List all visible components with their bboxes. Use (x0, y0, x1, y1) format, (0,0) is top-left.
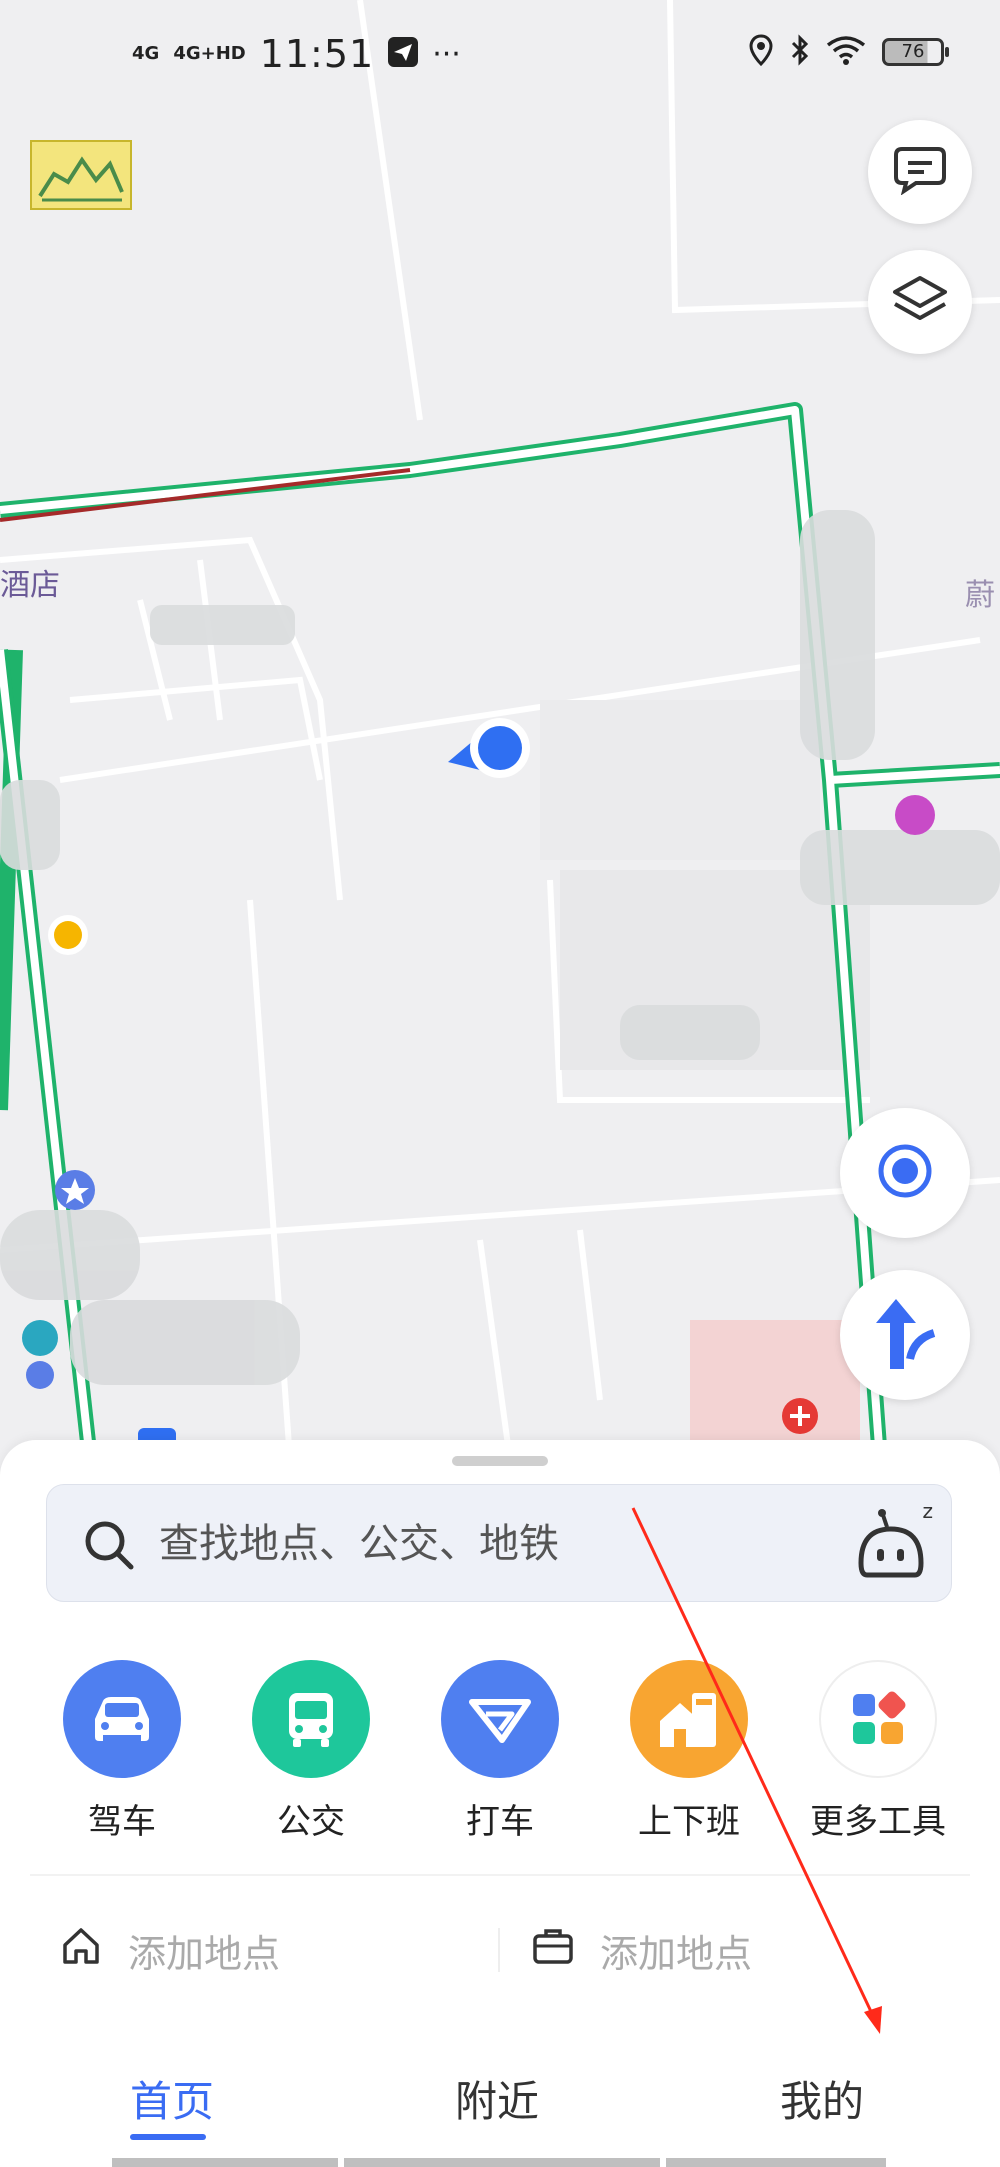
search-input[interactable] (157, 1513, 801, 1575)
commute-icon (630, 1660, 748, 1778)
map-view[interactable] (0, 0, 1000, 1460)
tool-taxi[interactable]: 打车 (425, 1660, 575, 1843)
clock: 11:51 (259, 32, 375, 76)
tab-home[interactable]: 首页 (130, 2068, 214, 2129)
quick-tools: 驾车 公交 打车 上下班 更多工具 (0, 1660, 1000, 1843)
traffic-trend-icon[interactable] (30, 140, 132, 210)
car-icon (63, 1660, 181, 1778)
tool-bus-label: 公交 (277, 1802, 345, 1842)
places-separator (498, 1928, 500, 1972)
saved-places: 添加地点 添加地点 (0, 1910, 1000, 1990)
locate-icon (875, 1141, 935, 1205)
locate-me-button[interactable] (840, 1108, 970, 1238)
chat-icon (892, 145, 948, 199)
system-nav-strip (666, 2158, 886, 2167)
system-nav-strip (344, 2158, 660, 2167)
network-4g: 4G (132, 43, 160, 64)
layers-icon (891, 274, 949, 330)
poi-label-wei[interactable]: 蔚 (965, 570, 995, 614)
briefcase-icon (532, 1926, 574, 1975)
location-icon (748, 34, 774, 70)
wifi-icon (826, 35, 866, 69)
grid-icon (819, 1660, 937, 1778)
navigate-button[interactable] (840, 1270, 970, 1400)
network-4g-hd: 4G+HD (173, 43, 246, 64)
bottom-tab-bar: 首页 附近 我的 (0, 2040, 1000, 2167)
tool-drive[interactable]: 驾车 (47, 1660, 197, 1843)
tool-drive-label: 驾车 (88, 1802, 156, 1842)
tool-taxi-label: 打车 (466, 1802, 534, 1842)
telegram-icon (388, 37, 419, 71)
bus-icon (252, 1660, 370, 1778)
search-bar[interactable]: z (46, 1484, 952, 1602)
section-divider (30, 1874, 970, 1876)
search-icon (83, 1519, 135, 1575)
tool-more[interactable]: 更多工具 (803, 1660, 953, 1843)
add-work-place[interactable]: 添加地点 (532, 1910, 752, 1990)
tab-home-indicator (130, 2134, 206, 2140)
sheet-drag-handle[interactable] (452, 1456, 548, 1466)
status-bar: 4G 4G+HD 11:51 ··· 76 (0, 0, 1000, 110)
home-icon (60, 1925, 102, 1976)
message-button[interactable] (868, 120, 972, 224)
voice-assistant-icon[interactable]: z (855, 1499, 933, 1583)
system-nav-strip (112, 2158, 338, 2167)
tool-commute-label: 上下班 (638, 1802, 740, 1842)
bluetooth-icon (790, 34, 810, 70)
bottom-sheet[interactable]: z 驾车 公交 打车 上下班 (0, 1440, 1000, 2167)
tool-bus[interactable]: 公交 (236, 1660, 386, 1843)
add-home-place[interactable]: 添加地点 (60, 1910, 280, 1990)
poi-label-hotel[interactable]: 酒店 (0, 560, 60, 604)
add-work-label: 添加地点 (600, 1931, 753, 1976)
taxi-icon (441, 1660, 559, 1778)
battery-indicator: 76 (882, 38, 949, 66)
add-home-label: 添加地点 (128, 1931, 281, 1976)
layers-button[interactable] (868, 250, 972, 354)
tab-nearby[interactable]: 附近 (455, 2068, 539, 2129)
navigation-arrow-icon (870, 1293, 940, 1377)
assistant-sleep-badge: z (922, 1499, 934, 1523)
tool-more-label: 更多工具 (810, 1802, 946, 1842)
tab-mine[interactable]: 我的 (780, 2068, 864, 2129)
tool-commute[interactable]: 上下班 (614, 1660, 764, 1843)
more-notifications: ··· (432, 36, 461, 72)
